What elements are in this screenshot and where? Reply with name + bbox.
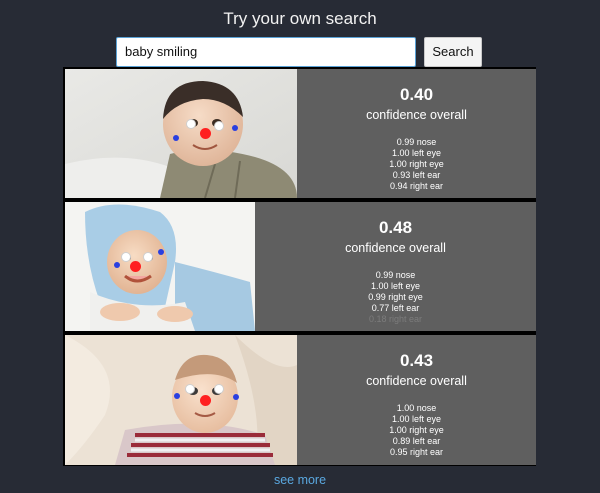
keypoint-row: 1.00 left eye — [370, 281, 421, 291]
search-button[interactable]: Search — [424, 37, 482, 67]
result-card[interactable]: 0.40 confidence overall 0.99 nose 1.00 l… — [65, 69, 536, 198]
keypoint-row: 1.00 nose — [396, 403, 437, 413]
confidence-score: 0.48 — [378, 218, 413, 237]
keypoint-row: 0.77 left ear — [371, 303, 420, 313]
keypoint-row: 0.94 right ear — [389, 181, 444, 191]
ear-keypoint-marker — [232, 125, 238, 131]
ear-keypoint-marker — [174, 393, 180, 399]
keypoint-row: 0.95 right ear — [389, 447, 444, 457]
keypoint-row: 1.00 left eye — [391, 148, 442, 158]
baby-photo — [65, 202, 255, 331]
keypoint-row: 1.00 left eye — [391, 414, 442, 424]
confidence-label: confidence overall — [366, 374, 467, 388]
eye-keypoint-marker — [187, 120, 195, 128]
keypoint-row: 1.00 right eye — [389, 425, 444, 435]
page-title: Try your own search — [223, 9, 377, 28]
keypoint-list: 0.99 nose 1.00 left eye 0.99 right eye 0… — [255, 270, 536, 325]
confidence-label: confidence overall — [345, 241, 446, 255]
eye-keypoint-marker — [215, 385, 223, 393]
keypoint-row: 0.93 left ear — [392, 170, 441, 180]
result-card[interactable]: 0.43 confidence overall 1.00 nose 1.00 l… — [65, 335, 536, 465]
keypoint-row: 0.18 right ear — [368, 314, 423, 324]
baby-photo — [65, 335, 297, 465]
keypoint-row: 0.99 nose — [375, 270, 416, 280]
keypoint-list: 0.99 nose 1.00 left eye 1.00 right eye 0… — [297, 137, 536, 192]
result-card[interactable]: 0.48 confidence overall 0.99 nose 1.00 l… — [65, 202, 536, 331]
ear-keypoint-marker — [158, 249, 164, 255]
keypoint-row: 0.89 left ear — [392, 436, 441, 446]
keypoint-row: 0.99 right eye — [368, 292, 423, 302]
results-panel: 0.40 confidence overall 0.99 nose 1.00 l… — [63, 67, 536, 466]
eye-keypoint-marker — [215, 122, 223, 130]
nose-keypoint-marker — [200, 128, 211, 139]
result-info: 0.40 confidence overall 0.99 nose 1.00 l… — [297, 69, 536, 198]
keypoint-list: 1.00 nose 1.00 left eye 1.00 right eye 0… — [297, 403, 536, 458]
confidence-label: confidence overall — [366, 108, 467, 122]
baby-photo — [65, 69, 297, 198]
ear-keypoint-marker — [233, 394, 239, 400]
eye-keypoint-marker — [144, 253, 152, 261]
eye-keypoint-marker — [122, 253, 130, 261]
ear-keypoint-marker — [114, 262, 120, 268]
nose-keypoint-marker — [200, 395, 211, 406]
nose-keypoint-marker — [130, 261, 141, 272]
result-info: 0.43 confidence overall 1.00 nose 1.00 l… — [297, 335, 536, 465]
result-info: 0.48 confidence overall 0.99 nose 1.00 l… — [255, 202, 536, 331]
confidence-score: 0.43 — [399, 351, 434, 370]
ear-keypoint-marker — [173, 135, 179, 141]
see-more-link[interactable]: see more — [0, 473, 600, 487]
search-input[interactable]: baby smiling — [116, 37, 416, 67]
keypoint-row: 0.99 nose — [396, 137, 437, 147]
eye-keypoint-marker — [186, 385, 194, 393]
keypoint-row: 1.00 right eye — [389, 159, 444, 169]
confidence-score: 0.40 — [399, 85, 434, 104]
